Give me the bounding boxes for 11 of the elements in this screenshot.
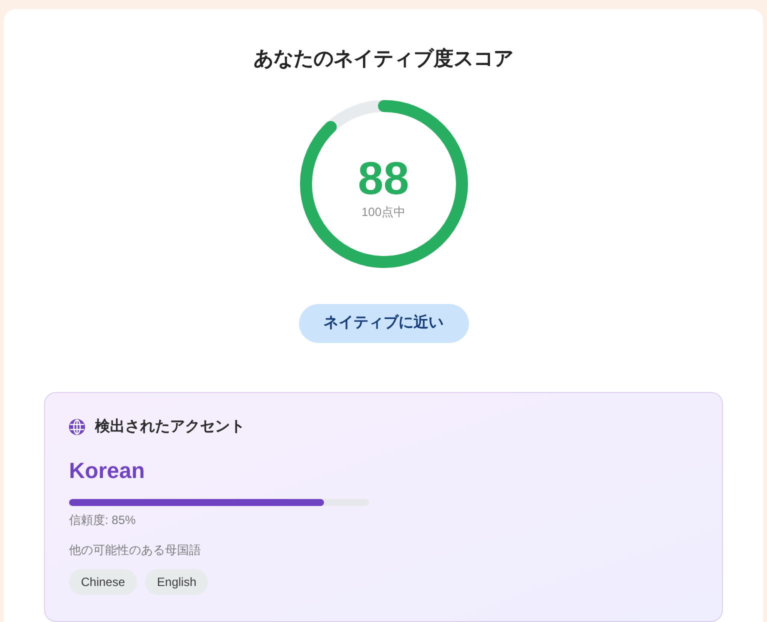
language-chip: English: [145, 569, 208, 595]
alternatives-label: 他の可能性のある母国語: [69, 542, 201, 558]
accent-language: Korean: [69, 457, 145, 485]
language-chip: Chinese: [69, 569, 138, 595]
level-badge: ネイティブに近い: [298, 304, 468, 343]
globe-icon: [69, 419, 85, 435]
confidence-reading: 信頼度: 85%: [69, 512, 136, 528]
score-caption: 100点中: [361, 204, 406, 220]
score-title: あなたのネイティブ度スコア: [254, 46, 514, 72]
score-value: 88: [358, 154, 410, 202]
accent-heading: 検出されたアクセント: [95, 417, 245, 437]
